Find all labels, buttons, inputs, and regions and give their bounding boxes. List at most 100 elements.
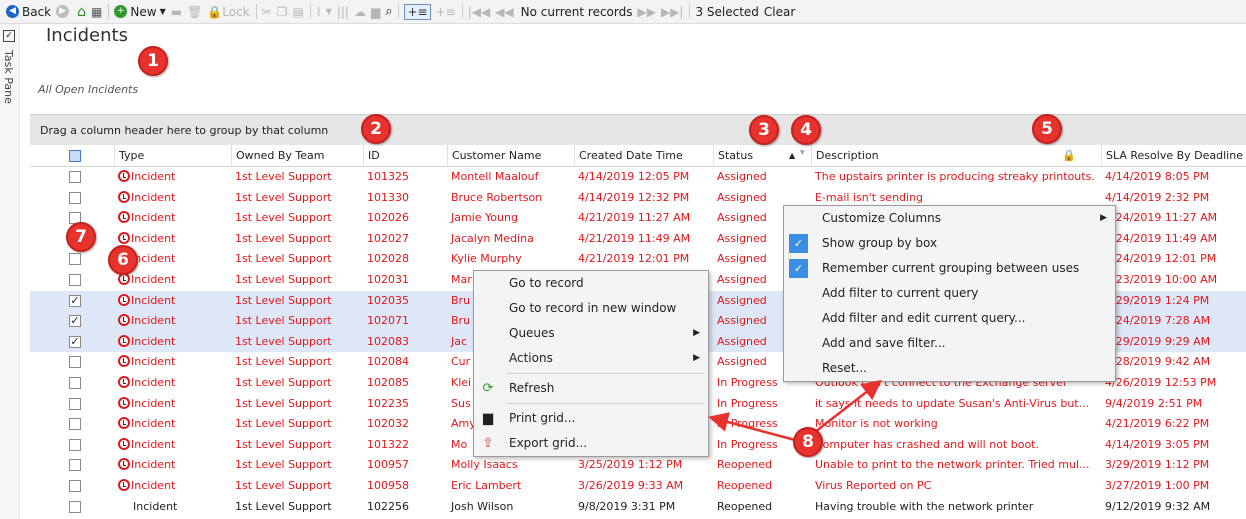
attach-button[interactable]: ⌇ ▼ — [316, 5, 332, 19]
table-row[interactable]: Incident 1st Level Support 100958 Eric Lamb… — [30, 476, 1246, 497]
header-menu-item-show-group-by-box[interactable]: ✓ Show group by box — [784, 231, 1115, 256]
row-menu-item-export-grid[interactable]: ⇪ Export grid... — [474, 431, 708, 456]
delete-button[interactable]: 🗑 — [187, 5, 202, 19]
table-row[interactable]: Incident 1st Level Support 102256 Josh Wils… — [30, 497, 1246, 518]
header-menu-item-add-filter-and-edit-current-query[interactable]: Add filter and edit current query... — [784, 306, 1115, 331]
row-checkbox[interactable] — [69, 273, 81, 286]
column-header-status[interactable]: Status ▲ ▾ — [713, 145, 811, 167]
column-header-sla-resolve-by-deadline[interactable]: SLA Resolve By Deadline — [1101, 145, 1246, 167]
link-button[interactable]: ☁ — [354, 5, 366, 19]
row-menu-item-go-to-record[interactable]: Go to record — [474, 271, 708, 296]
header-menu-item-remember-current-grouping-between-uses[interactable]: ✓ Remember current grouping between uses — [784, 256, 1115, 281]
cell-status-text: In Progress — [717, 437, 778, 451]
header-menu-item-add-filter-to-current-query[interactable]: Add filter to current query — [784, 281, 1115, 306]
lock-icon: 🔒 — [1062, 149, 1076, 162]
column-header-created-date-time[interactable]: Created Date Time — [574, 145, 713, 167]
print-button[interactable]: ▆ — [371, 5, 380, 19]
cell-type-text: Incident — [131, 211, 176, 225]
cell-owned-by-team: 1st Level Support — [231, 167, 363, 188]
row-checkbox[interactable] — [69, 397, 81, 410]
cell-type: Incident — [114, 291, 231, 312]
row-checkbox[interactable] — [69, 356, 81, 369]
new-button[interactable]: + New ▼ — [114, 5, 166, 19]
cell-owned-by-team-text: 1st Level Support — [235, 499, 332, 513]
cell-sla-resolve-by-deadline-text: 4/14/2019 3:05 PM — [1105, 437, 1210, 451]
row-menu-item-refresh[interactable]: ⟳ Refresh — [474, 376, 708, 401]
overdue-clock-icon — [118, 437, 130, 450]
row-checkbox[interactable] — [69, 171, 81, 183]
cell-type: Incident — [114, 352, 231, 373]
cell-description-text: The upstairs printer is producing streak… — [815, 170, 1095, 183]
select-all-checkbox[interactable] — [69, 150, 81, 162]
cell-type: Incident — [114, 311, 231, 332]
cell-created-date-time-text: 3/25/2019 1:12 PM — [578, 458, 683, 472]
row-checkbox[interactable] — [69, 479, 81, 492]
filter-icon[interactable]: ▾ — [800, 145, 805, 164]
header-menu-item-add-and-save-filter[interactable]: Add and save filter... — [784, 331, 1115, 356]
back-button[interactable]: ◀ Back — [6, 5, 51, 19]
expand-rows-button[interactable]: +≡ — [404, 3, 431, 20]
clear-button[interactable]: Clear — [764, 5, 795, 19]
cell-owned-by-team: 1st Level Support — [231, 435, 363, 456]
callout-6: 6 — [108, 245, 138, 275]
task-pane[interactable]: ✓ Task Pane — [0, 24, 20, 519]
last-record-icon: ▶▶| — [660, 4, 684, 19]
header-menu-item-reset[interactable]: Reset... — [784, 356, 1115, 381]
search-button[interactable]: ⌕ — [385, 4, 392, 19]
callout-2: 2 — [361, 114, 391, 144]
forward-button[interactable]: ▶ — [56, 5, 72, 18]
row-menu-item-go-to-record-in-new-window[interactable]: Go to record in new window — [474, 296, 708, 321]
next-record-button[interactable]: ▶▶ — [637, 5, 655, 19]
row-checkbox[interactable] — [69, 459, 81, 472]
cell-status-text: Assigned — [717, 355, 767, 369]
lock-button[interactable]: 🔒 Lock — [207, 5, 249, 19]
group-by-box[interactable]: Drag a column header here to group by th… — [30, 114, 1246, 145]
column-header-description[interactable]: Description 🔒 — [811, 145, 1101, 167]
cut-button[interactable]: ✂ — [262, 5, 272, 19]
cell-id: 102084 — [363, 352, 447, 373]
row-checkbox[interactable] — [69, 500, 81, 513]
column-header-type[interactable]: Type — [114, 145, 231, 167]
row-checkbox[interactable]: ✓ — [69, 315, 81, 328]
cell-customer-name-text: Kylie Murphy — [451, 252, 522, 266]
cell-owned-by-team-text: 1st Level Support — [235, 252, 332, 266]
table-row[interactable]: Incident 1st Level Support 100957 Molly Isa… — [30, 455, 1246, 476]
cell-type-text: Incident — [131, 293, 176, 307]
table-row[interactable]: Incident 1st Level Support 101325 Montell M… — [30, 167, 1246, 188]
column-header-id[interactable]: ID — [363, 145, 447, 167]
row-checkbox[interactable] — [69, 438, 81, 451]
cell-sla-resolve-by-deadline-text: 4/28/2019 9:42 AM — [1105, 355, 1211, 369]
row-checkbox[interactable]: ✓ — [69, 294, 81, 307]
page-title: Incidents — [46, 25, 128, 46]
first-record-button[interactable]: |◀◀ — [468, 5, 491, 19]
cell-customer-name-text: Sus — [451, 396, 471, 410]
row-menu-item-print-grid[interactable]: ▆ Print grid... — [474, 406, 708, 431]
print-icon: ▆ — [370, 4, 381, 19]
cell-created-date-time-text: 3/26/2019 9:33 AM — [578, 478, 684, 492]
row-checkbox[interactable] — [69, 376, 81, 389]
home-button[interactable]: ⌂ — [77, 5, 86, 19]
row-menu-item-actions[interactable]: Actions ▶ — [474, 346, 708, 371]
row-checkbox[interactable] — [69, 191, 81, 204]
header-menu-item-customize-columns[interactable]: Customize Columns ▶ — [784, 206, 1115, 231]
save-button[interactable]: ▬ — [171, 5, 182, 19]
cell-description: Having trouble with the network printer — [811, 497, 1101, 518]
row-checkbox[interactable] — [69, 418, 81, 431]
cell-type: Incident — [114, 167, 231, 188]
previous-record-button[interactable]: ◀◀ — [495, 5, 513, 19]
cell-owned-by-team: 1st Level Support — [231, 414, 363, 435]
column-header-customer-name[interactable]: Customer Name — [447, 145, 574, 167]
paste-button[interactable]: ▤ — [292, 5, 303, 19]
copy-button[interactable]: ❐ — [277, 5, 288, 19]
last-record-button[interactable]: ▶▶| — [661, 5, 684, 19]
lock-label: Lock — [222, 4, 250, 19]
row-menu-item-queues[interactable]: Queues ▶ — [474, 321, 708, 346]
calculator-button[interactable]: ▦ — [91, 5, 102, 19]
column-header-owned-by-team[interactable]: Owned By Team — [231, 145, 363, 167]
row-checkbox[interactable]: ✓ — [69, 335, 81, 348]
collapse-rows-button[interactable]: +≡ — [436, 5, 456, 19]
columns-button[interactable]: ||| — [337, 5, 349, 19]
cell-sla-resolve-by-deadline-text: 9/12/2019 9:32 AM — [1105, 499, 1211, 513]
row-checkbox[interactable] — [69, 253, 81, 266]
overdue-clock-icon — [118, 355, 130, 368]
